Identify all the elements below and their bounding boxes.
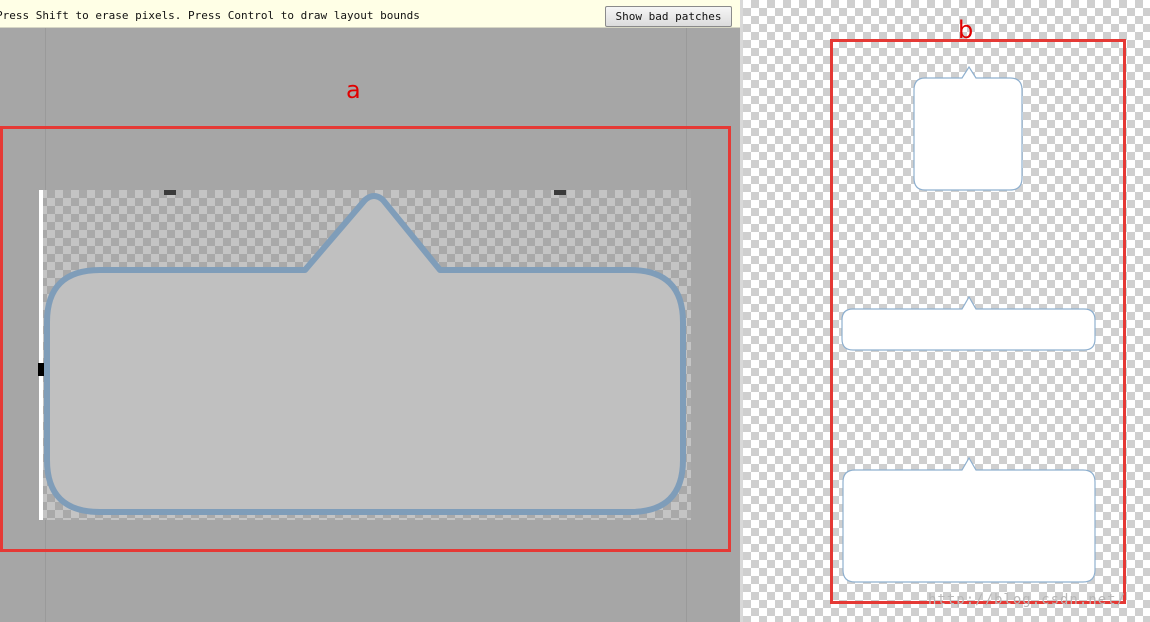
annotation-box-b — [830, 39, 1126, 604]
annotation-label-b: b — [958, 16, 974, 44]
watermark-text: http://blog.csdn.net/ — [928, 592, 1127, 608]
